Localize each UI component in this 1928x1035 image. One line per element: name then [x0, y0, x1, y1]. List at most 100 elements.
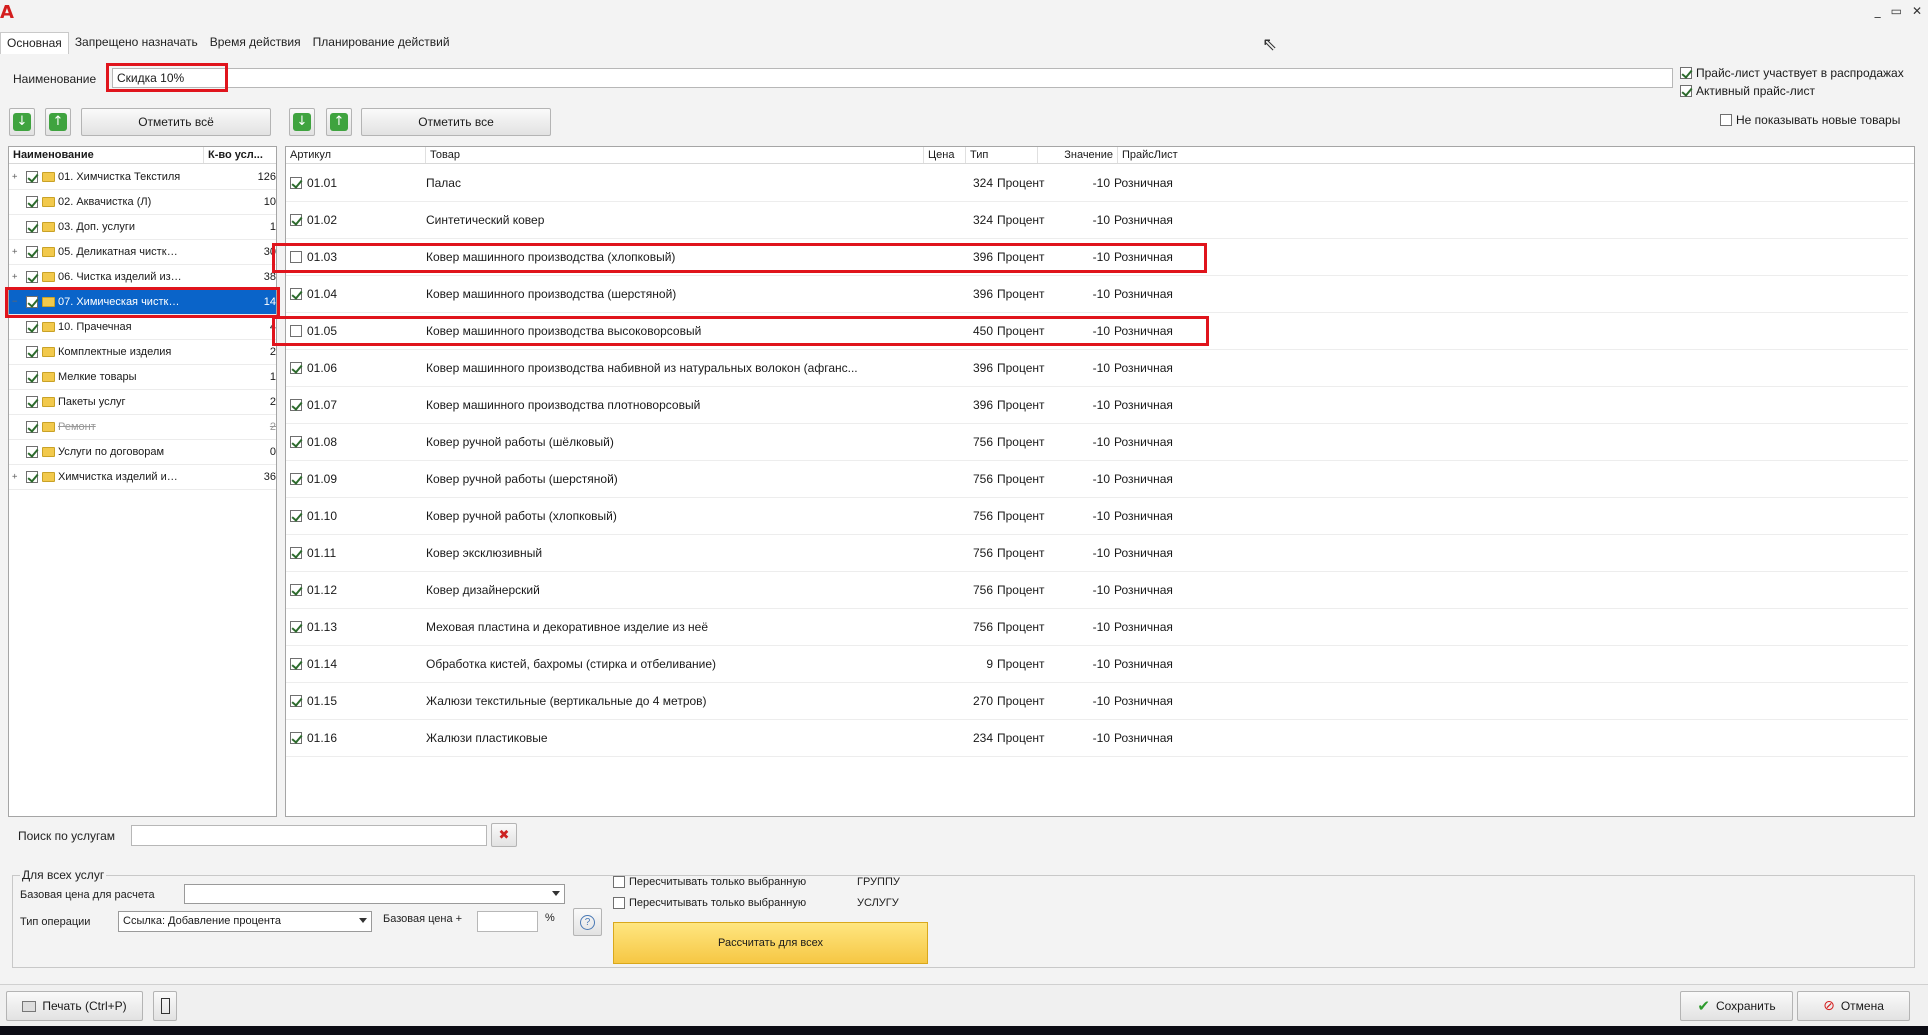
device-button[interactable] — [153, 991, 177, 1021]
select-all-groups-button[interactable]: Отметить всё — [81, 108, 271, 136]
grid-row[interactable]: 01.12 Ковер дизайнерский 756 Процент -10 Розн… — [286, 572, 1908, 609]
grid-row[interactable]: 01.05 Ковер машинного производства высоко… — [286, 313, 1908, 350]
name-input[interactable]: Скидка 10% — [112, 68, 1673, 88]
grid-header-type[interactable]: Тип — [966, 147, 1038, 163]
grid-row-checkbox[interactable] — [290, 325, 302, 337]
calc-all-button[interactable]: Рассчитать для всех — [613, 922, 928, 964]
grid-row[interactable]: 01.13 Меховая пластина и декоративное изд… — [286, 609, 1908, 646]
grid-header-pricelist[interactable]: ПрайсЛист — [1118, 147, 1238, 163]
grid-row[interactable]: 01.08 Ковер ручной работы (шёлковый) 756 Пр… — [286, 424, 1908, 461]
base-price-select[interactable] — [184, 884, 565, 904]
tree-row[interactable]: Пакеты услуг 2 — [9, 390, 276, 415]
move-down-button[interactable]: ↓ — [9, 108, 35, 136]
grid-row-checkbox[interactable] — [290, 621, 302, 633]
tree-row[interactable]: + Химчистка изделий из меха 36 — [9, 465, 276, 490]
tab-planning[interactable]: Планирование действий — [307, 32, 456, 54]
search-input[interactable] — [131, 825, 487, 846]
recalc-group-checkbox[interactable] — [613, 876, 625, 888]
cancel-button[interactable]: ⊘ Отмена — [1797, 991, 1910, 1021]
grid-row-checkbox[interactable] — [290, 695, 302, 707]
grid-row[interactable]: 01.11 Ковер эксклюзивный 756 Процент -10 Розн… — [286, 535, 1908, 572]
tree-row-checkbox[interactable] — [26, 471, 38, 483]
op-type-select[interactable]: Ссылка: Добавление процента — [118, 911, 372, 932]
close-button[interactable]: ✕ — [1912, 4, 1922, 18]
grid-header-value[interactable]: Значение — [1038, 147, 1118, 163]
expand-toggle-icon[interactable]: + — [12, 247, 22, 257]
grid-row-checkbox[interactable] — [290, 399, 302, 411]
move-up-button[interactable]: ↑ — [45, 108, 71, 136]
tab-action-time[interactable]: Время действия — [204, 32, 307, 54]
tree-row-checkbox[interactable] — [26, 296, 38, 308]
sale-pricelist-checkbox[interactable] — [1680, 67, 1692, 79]
tab-main[interactable]: Основная — [0, 32, 69, 54]
grid-header-article[interactable]: Артикул — [286, 147, 426, 163]
grid-header-price[interactable]: Цена — [924, 147, 966, 163]
tree-row-checkbox[interactable] — [26, 196, 38, 208]
expand-toggle-icon[interactable]: + — [12, 172, 22, 182]
help-button[interactable]: ? — [573, 908, 602, 936]
save-button[interactable]: ✔ Сохранить — [1680, 991, 1793, 1021]
tree-row-checkbox[interactable] — [26, 421, 38, 433]
sale-pricelist-option[interactable]: Прайс-лист участвует в распродажах — [1680, 66, 1904, 80]
grid-row-checkbox[interactable] — [290, 658, 302, 670]
tree-row-checkbox[interactable] — [26, 171, 38, 183]
grid-row-checkbox[interactable] — [290, 732, 302, 744]
tree-row[interactable]: +01. Химчистка Текстиля 126 — [9, 165, 276, 190]
grid-row[interactable]: 01.04 Ковер машинного производства (шерст… — [286, 276, 1908, 313]
recalc-service-checkbox[interactable] — [613, 897, 625, 909]
grid-move-up-button[interactable]: ↑ — [326, 108, 352, 136]
tree-row[interactable]: Комплектные изделия 2 — [9, 340, 276, 365]
expand-toggle-icon[interactable]: + — [12, 472, 22, 482]
grid-row[interactable]: 01.01 Палас 324 Процент -10 Розничная — [286, 165, 1908, 202]
tree-header-name[interactable]: Наименование — [9, 147, 204, 163]
expand-toggle-icon[interactable]: + — [12, 272, 22, 282]
tree-row-checkbox[interactable] — [26, 446, 38, 458]
tree-row[interactable]: 10. Прачечная 4 — [9, 315, 276, 340]
tree-row-checkbox[interactable] — [26, 321, 38, 333]
active-pricelist-checkbox[interactable] — [1680, 85, 1692, 97]
tree-row[interactable]: +05. Деликатная чистка ... 30 — [9, 240, 276, 265]
recalc-service-option[interactable]: Пересчитывать только выбранную — [613, 897, 806, 909]
grid-row-checkbox[interactable] — [290, 436, 302, 448]
expand-toggle-icon[interactable]: − — [12, 297, 22, 307]
tree-row-checkbox[interactable] — [26, 221, 38, 233]
tree-row[interactable]: Ремонт 2 — [9, 415, 276, 440]
tree-row-checkbox[interactable] — [26, 246, 38, 258]
tree-row-checkbox[interactable] — [26, 271, 38, 283]
grid-row-checkbox[interactable] — [290, 251, 302, 263]
grid-row-checkbox[interactable] — [290, 510, 302, 522]
grid-row[interactable]: 01.16 Жалюзи пластиковые 234 Процент -10 Розн… — [286, 720, 1908, 757]
grid-row-checkbox[interactable] — [290, 214, 302, 226]
base-plus-input[interactable] — [477, 911, 538, 932]
grid-row-checkbox[interactable] — [290, 473, 302, 485]
grid-row-checkbox[interactable] — [290, 288, 302, 300]
hide-new-option[interactable]: Не показывать новые товары — [1720, 113, 1900, 127]
select-all-items-button[interactable]: Отметить все — [361, 108, 551, 136]
grid-row[interactable]: 01.10 Ковер ручной работы (хлопковый) 756 П… — [286, 498, 1908, 535]
grid-row[interactable]: 01.15 Жалюзи текстильные (вертикальные до… — [286, 683, 1908, 720]
tree-row[interactable]: Услуги по договорам 0 — [9, 440, 276, 465]
tree-row-checkbox[interactable] — [26, 371, 38, 383]
clear-filter-button[interactable]: ✖ — [491, 823, 517, 847]
tree-row[interactable]: 02. Аквачистка (Л) 10 — [9, 190, 276, 215]
restore-button[interactable]: ▭ — [1891, 4, 1902, 18]
grid-row-checkbox[interactable] — [290, 547, 302, 559]
grid-header-name[interactable]: Товар — [426, 147, 924, 163]
tree-row-checkbox[interactable] — [26, 396, 38, 408]
tab-forbidden[interactable]: Запрещено назначать — [69, 32, 204, 54]
hide-new-checkbox[interactable] — [1720, 114, 1732, 126]
grid-row-checkbox[interactable] — [290, 584, 302, 596]
grid-row[interactable]: 01.06 Ковер машинного производства набивн… — [286, 350, 1908, 387]
grid-row[interactable]: 01.03 Ковер машинного производства (хлопк… — [286, 239, 1908, 276]
grid-row[interactable]: 01.09 Ковер ручной работы (шерстяной) 756 П… — [286, 461, 1908, 498]
tree-header-count[interactable]: К-во усл... — [204, 147, 276, 163]
minimize-button[interactable]: _ — [1875, 4, 1881, 18]
tree-row-checkbox[interactable] — [26, 346, 38, 358]
grid-row-checkbox[interactable] — [290, 362, 302, 374]
tree-row[interactable]: +06. Чистка изделий из к... 38 — [9, 265, 276, 290]
recalc-group-option[interactable]: Пересчитывать только выбранную — [613, 876, 806, 888]
tree-row[interactable]: Мелкие товары 1 — [9, 365, 276, 390]
grid-row[interactable]: 01.02 Синтетический ковер 324 Процент -10 Роз… — [286, 202, 1908, 239]
grid-row[interactable]: 01.14 Обработка кистей, бахромы (стирка и… — [286, 646, 1908, 683]
grid-move-down-button[interactable]: ↓ — [289, 108, 315, 136]
